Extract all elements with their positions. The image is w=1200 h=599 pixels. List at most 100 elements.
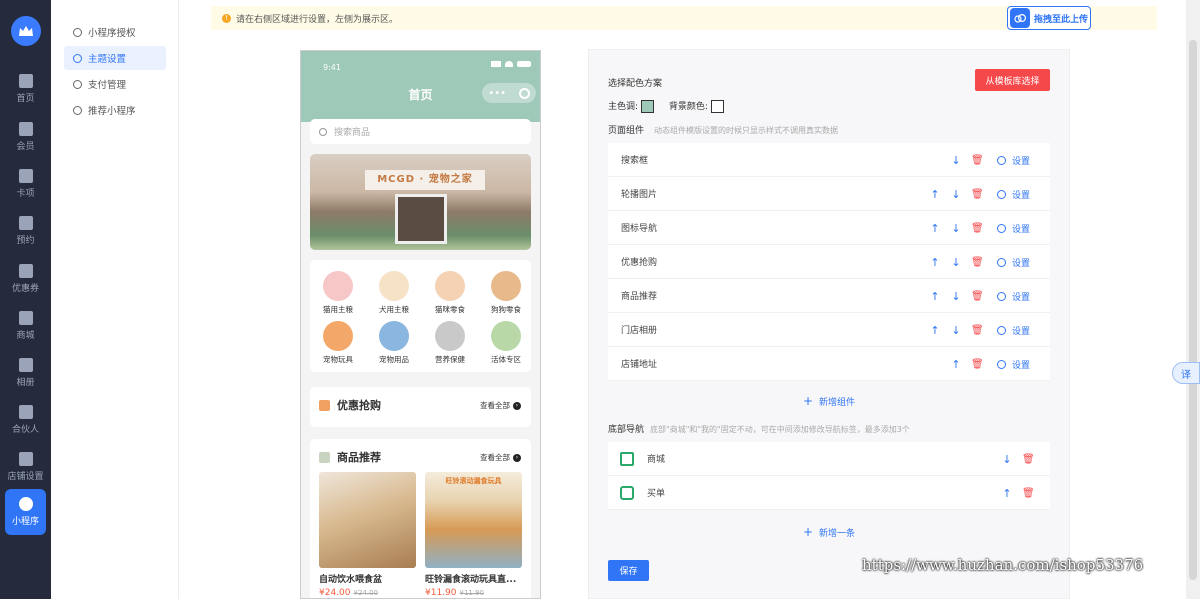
move-down-icon[interactable]: ↓ [950, 324, 962, 337]
nav-item-label: 相册 [16, 378, 35, 388]
nav-item-album[interactable]: 相册 [0, 350, 51, 396]
nav-item-card[interactable]: 卡项 [0, 161, 51, 207]
app-logo-icon[interactable] [11, 16, 41, 46]
category-item[interactable]: 宠物玩具 [313, 321, 363, 365]
nav-item-partner[interactable]: 合伙人 [0, 397, 51, 443]
add-tab-button[interactable]: + 新增一条 [608, 525, 1050, 539]
bg-color-label: 背景颜色: [668, 102, 708, 112]
status-icons [491, 61, 531, 67]
component-name: 商品推荐 [621, 292, 658, 302]
delete-icon[interactable]: 🗑 [971, 257, 984, 268]
palette-icon [73, 53, 82, 63]
close-circle-icon[interactable] [518, 87, 530, 99]
move-down-icon[interactable]: ↓ [950, 256, 962, 269]
delete-icon[interactable]: 🗑 [971, 359, 984, 370]
plus-icon: + [802, 525, 814, 539]
more-dots-icon[interactable]: ••• [488, 88, 506, 99]
category-item[interactable]: 猫咪零食 [425, 271, 475, 315]
product-old-price: ¥24.00 [353, 589, 379, 597]
category-label: 狗狗零食 [491, 305, 521, 314]
choose-template-button[interactable]: 从模板库选择 [975, 69, 1050, 91]
nav-item-mall[interactable]: 商城 [0, 303, 51, 349]
warning-icon: ! [222, 13, 231, 23]
delete-icon[interactable]: 🗑 [1022, 488, 1035, 499]
move-up-icon[interactable]: ↑ [929, 222, 941, 235]
move-down-icon[interactable]: ↓ [950, 154, 962, 167]
banner-image[interactable]: MCGD · 宠物之家 [310, 154, 531, 250]
phone-header: 9:41 首页 ••• [301, 51, 540, 122]
category-item[interactable]: 犬用主粮 [369, 271, 419, 315]
subnav-item-recommend[interactable]: 推荐小程序 [64, 98, 166, 122]
category-label: 宠物用品 [379, 355, 409, 364]
delete-icon[interactable]: 🗑 [971, 223, 984, 234]
component-name: 搜索框 [621, 156, 649, 166]
grid-icon [620, 451, 634, 466]
settings-button[interactable]: 设置 [996, 358, 1030, 371]
category-label: 犬用主粮 [379, 305, 409, 314]
category-item[interactable]: 宠物用品 [369, 321, 419, 365]
health-icon [435, 321, 465, 351]
subnav-item-payment[interactable]: 支付管理 [64, 72, 166, 96]
delete-icon[interactable]: 🗑 [971, 155, 984, 166]
delete-icon[interactable]: 🗑 [971, 325, 984, 336]
move-down-icon[interactable]: ↓ [1001, 453, 1013, 466]
product-price-line: ¥24.00 ¥24.00 [319, 588, 416, 598]
nav-item-label: 合伙人 [11, 425, 39, 435]
app-root: 首页 会员 卡项 预约 优惠券 商城 相册 合伙人 店铺设置 小程序 小程序授权… [0, 0, 1200, 599]
page-scrollbar[interactable] [1186, 0, 1200, 599]
delete-icon[interactable]: 🗑 [1022, 454, 1035, 465]
delete-icon[interactable]: 🗑 [971, 291, 984, 302]
component-name: 图标导航 [621, 224, 658, 234]
move-up-icon[interactable]: ↑ [929, 256, 941, 269]
cat-snack-icon [435, 271, 465, 301]
component-row: 优惠抢购 ↑ ↓ 🗑 设置 [608, 245, 1050, 279]
category-item[interactable]: 活体专区 [481, 321, 531, 365]
settings-button[interactable]: 设置 [996, 154, 1030, 167]
settings-button[interactable]: 设置 [996, 222, 1030, 235]
main-content: ! 请在右侧区域进行设置，左侧为展示区。 拖拽至此上传 9:41 首页 ••• [179, 0, 1186, 599]
drag-upload-button[interactable]: 拖拽至此上传 [1007, 6, 1091, 30]
scheme-label: 选择配色方案 [608, 79, 663, 89]
settings-button[interactable]: 设置 [996, 256, 1030, 269]
move-up-icon[interactable]: ↑ [929, 188, 941, 201]
nav-item-booking[interactable]: 预约 [0, 208, 51, 254]
settings-button[interactable]: 设置 [996, 188, 1030, 201]
status-time: 9:41 [323, 63, 341, 72]
phone-search-input[interactable]: 搜索商品 [310, 119, 531, 144]
settings-button[interactable]: 设置 [996, 290, 1030, 303]
nav-item-coupon[interactable]: 优惠券 [0, 256, 51, 302]
scrollbar-thumb[interactable] [1189, 40, 1197, 580]
category-item[interactable]: 猫用主粮 [313, 271, 363, 315]
move-up-icon[interactable]: ↑ [1001, 487, 1013, 500]
category-item[interactable]: 营养保健 [425, 321, 475, 365]
product-card[interactable]: 旺铃滚动漏食玩具 旺铃漏食滚动玩具直... ¥11.90 ¥11.90 [425, 472, 522, 598]
deal-see-all-link[interactable]: 查看全部 › [480, 400, 521, 411]
miniprogram-capsule[interactable]: ••• [482, 83, 536, 103]
nav-item-miniprogram[interactable]: 小程序 [5, 489, 46, 535]
nav-item-home[interactable]: 首页 [0, 66, 51, 112]
nav-item-member[interactable]: 会员 [0, 114, 51, 160]
move-down-icon[interactable]: ↓ [950, 222, 962, 235]
move-up-icon[interactable]: ↑ [929, 324, 941, 337]
move-down-icon[interactable]: ↓ [950, 188, 962, 201]
settings-button[interactable]: 设置 [996, 324, 1030, 337]
subnav-item-theme[interactable]: 主题设置 [64, 46, 166, 70]
product-card[interactable]: 自动饮水喂食盆 ¥24.00 ¥24.00 [319, 472, 416, 598]
product-price-line: ¥11.90 ¥11.90 [425, 588, 522, 598]
subnav-item-label: 支付管理 [88, 80, 127, 91]
move-down-icon[interactable]: ↓ [950, 290, 962, 303]
recommend-see-all-link[interactable]: 查看全部 › [480, 452, 521, 463]
nav-item-store-settings[interactable]: 店铺设置 [0, 444, 51, 490]
move-up-icon[interactable]: ↑ [950, 358, 962, 371]
bg-color-swatch[interactable] [710, 100, 724, 113]
main-color-swatch[interactable] [641, 100, 655, 113]
subnav-item-authorize[interactable]: 小程序授权 [64, 20, 166, 44]
add-component-button[interactable]: + 新增组件 [608, 394, 1050, 408]
delete-icon[interactable]: 🗑 [971, 189, 984, 200]
save-button[interactable]: 保存 [608, 560, 649, 581]
tabbar-list: 商城 ↓ 🗑 买单 ↑ 🗑 [608, 442, 1050, 510]
category-item[interactable]: 狗狗零食 [481, 271, 531, 315]
move-up-icon[interactable]: ↑ [929, 290, 941, 303]
subnav-item-label: 小程序授权 [88, 28, 136, 39]
translate-button[interactable]: 译 [1172, 362, 1200, 384]
